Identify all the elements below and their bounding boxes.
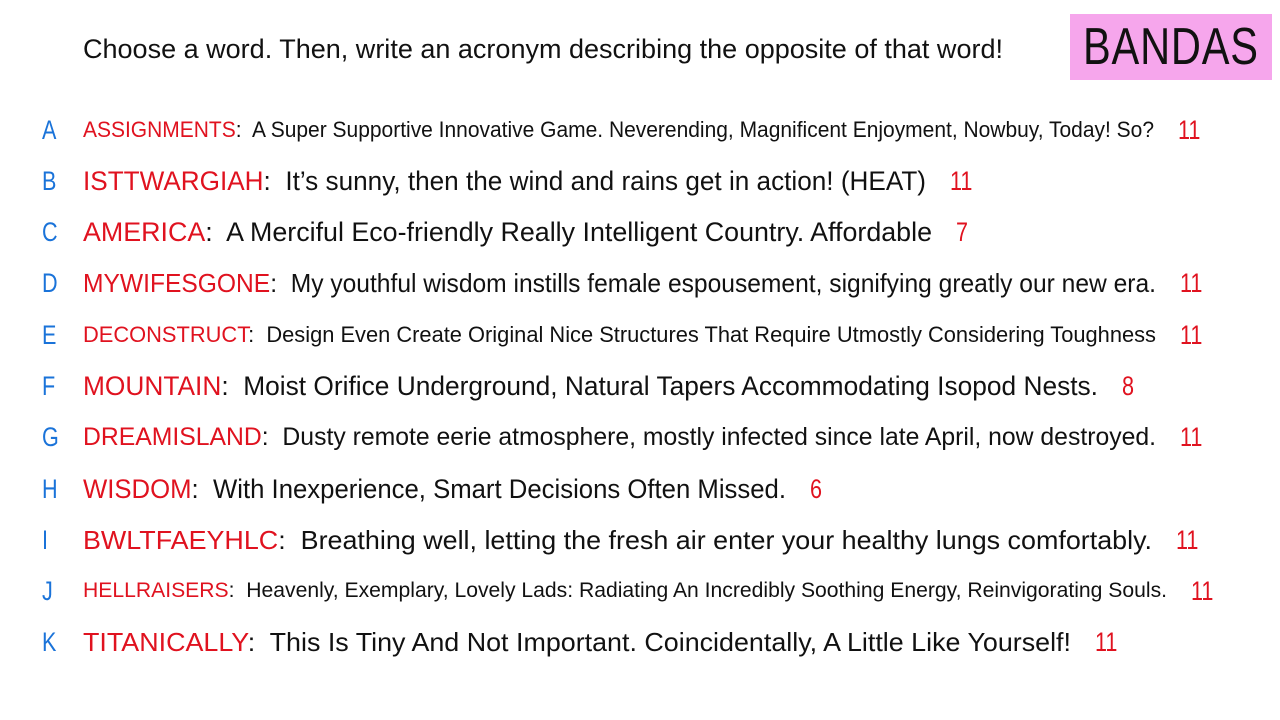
letter-count: 11 (1178, 115, 1201, 145)
option-letter: G (42, 422, 59, 452)
entry-text: BWLTFAEYHLC: Breathing well, letting the… (83, 520, 1152, 560)
entry-row[interactable]: F MOUNTAIN: Moist Orifice Underground, N… (0, 366, 1280, 406)
entry-acronym: Moist Orifice Underground, Natural Taper… (243, 371, 1099, 401)
entry-row[interactable]: I BWLTFAEYHLC: Breathing well, letting t… (0, 520, 1280, 560)
option-letter: I (42, 525, 49, 555)
entry-row[interactable]: H WISDOM: With Inexperience, Smart Decis… (0, 469, 1280, 509)
entry-word: BWLTFAEYHLC (83, 525, 279, 555)
entry-acronym: Heavenly, Exemplary, Lovely Lads: Radiat… (246, 579, 1167, 602)
entry-row[interactable]: D MYWIFESGONE: My youthful wisdom instil… (0, 263, 1280, 303)
colon: : (228, 579, 247, 602)
entry-row[interactable]: E DECONSTRUCT: Design Even Create Origin… (0, 315, 1280, 355)
entry-text: ASSIGNMENTS: A Super Supportive Innovati… (83, 110, 1154, 150)
colon: : (278, 525, 301, 555)
entry-text: TITANICALLY: This Is Tiny And Not Import… (83, 622, 1071, 662)
option-letter: J (42, 576, 53, 606)
entry-word: ISTTWARGIAH (83, 166, 264, 196)
entry-word: MOUNTAIN (83, 371, 222, 401)
colon: : (221, 371, 244, 401)
entry-word: MYWIFESGONE (83, 268, 271, 298)
letter-count: 11 (1180, 320, 1203, 350)
colon: : (247, 627, 270, 657)
entry-word: TITANICALLY (83, 627, 248, 657)
option-letter: H (42, 474, 58, 504)
option-letter: A (42, 115, 57, 145)
entry-text: DECONSTRUCT: Design Even Create Original… (83, 315, 1156, 355)
letter-count: 7 (956, 217, 969, 247)
colon: : (235, 117, 253, 142)
entry-acronym: A Merciful Eco-friendly Really Intellige… (226, 217, 932, 247)
entry-acronym: A Super Supportive Innovative Game. Neve… (252, 117, 1154, 142)
entry-row[interactable]: J HELLRAISERS: Heavenly, Exemplary, Love… (0, 571, 1280, 611)
colon: : (248, 322, 267, 347)
entry-row[interactable]: A ASSIGNMENTS: A Super Supportive Innova… (0, 110, 1280, 150)
entry-acronym: It’s sunny, then the wind and rains get … (285, 166, 926, 196)
entry-text: ISTTWARGIAH: It’s sunny, then the wind a… (83, 161, 926, 201)
entry-row[interactable]: K TITANICALLY: This Is Tiny And Not Impo… (0, 622, 1280, 662)
letter-count: 11 (1180, 268, 1203, 298)
colon: : (191, 474, 213, 504)
entry-word: HELLRAISERS (83, 579, 229, 602)
option-letter: D (42, 268, 58, 298)
entry-row[interactable]: C AMERICA: A Merciful Eco-friendly Reall… (0, 212, 1280, 252)
entry-acronym: Design Even Create Original Nice Structu… (266, 322, 1157, 347)
entry-word: ASSIGNMENTS (83, 117, 236, 142)
entry-row[interactable]: G DREAMISLAND: Dusty remote eerie atmosp… (0, 417, 1280, 457)
letter-count: 11 (1180, 422, 1203, 452)
letter-count: 6 (810, 474, 823, 504)
entry-row[interactable]: B ISTTWARGIAH: It’s sunny, then the wind… (0, 161, 1280, 201)
entry-acronym: This Is Tiny And Not Important. Coincide… (269, 627, 1071, 657)
entry-acronym: My youthful wisdom instills female espou… (290, 268, 1156, 298)
colon: : (263, 166, 286, 196)
letter-count: 11 (1176, 525, 1199, 555)
brand-text: BANDAS (1083, 18, 1259, 76)
option-letter: F (42, 371, 56, 401)
entry-acronym: Dusty remote eerie atmosphere, mostly in… (282, 423, 1157, 451)
letter-count: 11 (1095, 627, 1118, 657)
letter-count: 11 (1191, 576, 1214, 606)
entry-text: AMERICA: A Merciful Eco-friendly Really … (83, 212, 932, 252)
colon: : (261, 423, 283, 451)
option-letter: C (42, 217, 58, 247)
entry-text: MOUNTAIN: Moist Orifice Underground, Nat… (83, 366, 1098, 406)
entry-text: MYWIFESGONE: My youthful wisdom instills… (83, 263, 1156, 303)
entry-text: WISDOM: With Inexperience, Smart Decisio… (83, 469, 786, 509)
prompt-text: Choose a word. Then, write an acronym de… (83, 34, 1003, 64)
entry-word: DECONSTRUCT (83, 322, 249, 347)
option-letter: B (42, 166, 57, 196)
option-letter: K (42, 627, 57, 657)
entry-text: HELLRAISERS: Heavenly, Exemplary, Lovely… (83, 571, 1167, 611)
letter-count: 8 (1122, 371, 1135, 401)
option-letter: E (42, 320, 57, 350)
colon: : (270, 268, 291, 298)
entry-acronym: Breathing well, letting the fresh air en… (300, 525, 1152, 555)
entry-acronym: With Inexperience, Smart Decisions Often… (212, 474, 787, 504)
entry-word: WISDOM (83, 474, 192, 504)
letter-count: 11 (950, 166, 973, 196)
entry-word: DREAMISLAND (83, 423, 262, 451)
brand-logo: BANDAS (1070, 14, 1272, 80)
entry-word: AMERICA (83, 217, 206, 247)
entry-text: DREAMISLAND: Dusty remote eerie atmosphe… (83, 417, 1156, 457)
colon: : (205, 217, 227, 247)
